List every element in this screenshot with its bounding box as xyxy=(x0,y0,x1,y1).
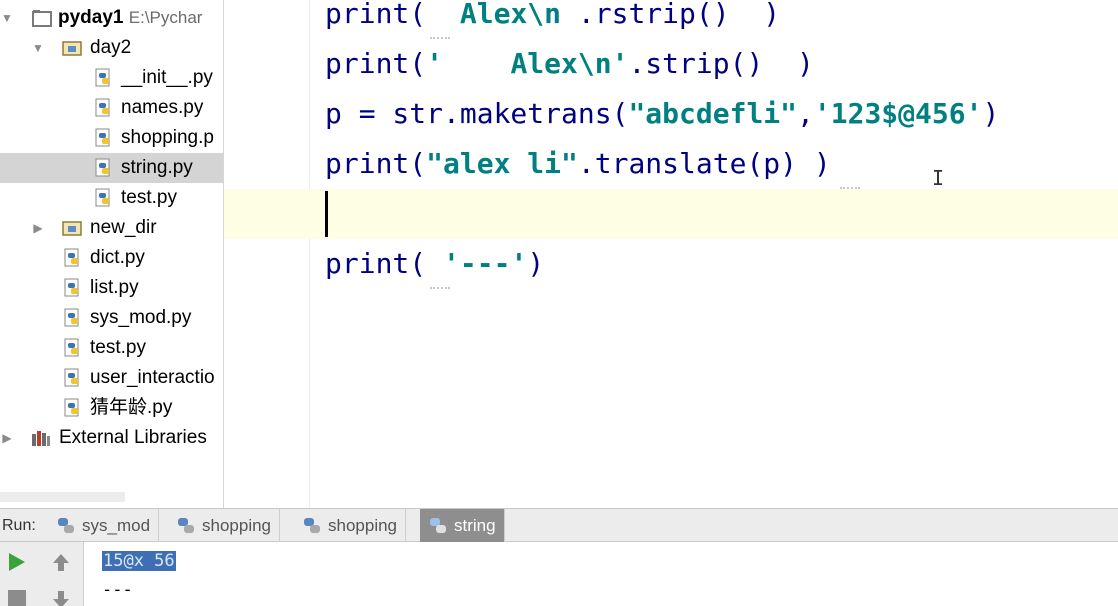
library-icon xyxy=(32,431,50,446)
tree-item-file[interactable]: shopping.p xyxy=(0,123,223,153)
run-tab-string[interactable]: string xyxy=(420,509,505,543)
console-output-line-selected[interactable]: 15@x 56 xyxy=(102,551,176,571)
tree-label: new_dir xyxy=(90,217,157,238)
python-file-icon xyxy=(95,128,110,147)
scroll-down-arrow-icon[interactable] xyxy=(43,582,79,606)
tree-item-external-libraries[interactable]: ▶ External Libraries xyxy=(0,423,223,453)
rerun-play-icon[interactable] xyxy=(0,546,36,578)
python-file-icon xyxy=(95,188,110,207)
python-file-icon xyxy=(64,248,79,267)
tree-label: External Libraries xyxy=(59,427,207,448)
project-root-name: pyday1 xyxy=(58,7,124,28)
run-console-output[interactable]: 15@x 56 --- xyxy=(84,542,1118,606)
python-file-icon xyxy=(95,68,110,87)
pep8-warning-squiggle xyxy=(840,186,860,189)
console-output-line[interactable]: --- xyxy=(102,580,133,600)
tree-label: sys_mod.py xyxy=(90,307,192,328)
tree-label: 猜年龄.py xyxy=(90,397,173,418)
tree-label: dict.py xyxy=(90,247,145,268)
run-label: Run: xyxy=(2,517,36,534)
tree-label: __init__.py xyxy=(121,67,213,88)
folder-icon xyxy=(62,221,82,236)
tree-item-day2[interactable]: ▼ day2 xyxy=(0,33,223,63)
tree-label: test.py xyxy=(90,337,146,358)
python-file-icon xyxy=(95,98,110,117)
code-line-2[interactable]: print(' Alex\n'.strip() ) xyxy=(325,39,814,89)
run-tab-sys-mod[interactable]: sys_mod xyxy=(48,509,160,543)
pep8-warning-squiggle xyxy=(430,286,450,289)
horizontal-scrollbar[interactable] xyxy=(0,492,125,502)
code-line-1[interactable]: print( Alex\n .rstrip() ) xyxy=(325,0,780,39)
folder-icon xyxy=(32,10,52,27)
editor-gutter xyxy=(224,0,310,508)
tree-label: list.py xyxy=(90,277,139,298)
folder-icon xyxy=(62,41,82,56)
expand-arrow-icon[interactable]: ▼ xyxy=(0,3,14,33)
tree-item-file[interactable]: 猜年龄.py xyxy=(0,393,223,423)
tree-item-file-selected[interactable]: string.py xyxy=(0,153,223,183)
tree-item-file[interactable]: __init__.py xyxy=(0,63,223,93)
tree-label: day2 xyxy=(90,37,132,58)
stop-icon[interactable] xyxy=(0,582,36,606)
tree-item-new-dir[interactable]: ▶ new_dir xyxy=(0,213,223,243)
python-file-icon xyxy=(64,398,79,417)
tree-item-file[interactable]: sys_mod.py xyxy=(0,303,223,333)
run-tab-shopping-2[interactable]: shopping xyxy=(294,509,407,543)
collapse-arrow-icon[interactable]: ▶ xyxy=(0,423,14,453)
python-file-icon xyxy=(64,308,79,327)
tree-label: user_interactio xyxy=(90,367,215,388)
python-file-icon xyxy=(95,158,110,177)
tree-item-file[interactable]: dict.py xyxy=(0,243,223,273)
tree-item-file[interactable]: list.py xyxy=(0,273,223,303)
run-tab-shopping[interactable]: shopping xyxy=(168,509,281,543)
tree-item-pyday1[interactable]: ▼ pyday1 E:\Pychar xyxy=(0,3,223,33)
scroll-up-arrow-icon[interactable] xyxy=(43,546,79,578)
ibeam-cursor-icon: I xyxy=(932,166,945,190)
code-line-6[interactable]: print( '---') xyxy=(325,239,544,289)
python-run-icon xyxy=(304,518,320,533)
tree-item-file[interactable]: test.py xyxy=(0,333,223,363)
tree-label: test.py xyxy=(121,187,177,208)
tree-label: shopping.p xyxy=(121,127,214,148)
python-run-icon xyxy=(178,518,194,533)
python-file-icon xyxy=(64,368,79,387)
current-line-highlight xyxy=(224,189,1118,239)
project-root-path: E:\Pychar xyxy=(128,8,203,27)
python-run-icon xyxy=(58,518,74,533)
python-file-icon xyxy=(64,338,79,357)
python-run-icon xyxy=(430,518,446,533)
pep8-warning-squiggle xyxy=(430,36,450,39)
expand-arrow-icon[interactable]: ▼ xyxy=(31,33,45,63)
tree-label: string.py xyxy=(121,157,193,178)
text-caret xyxy=(325,191,328,237)
tree-label: names.py xyxy=(121,97,204,118)
project-tree-panel: ▼ pyday1 E:\Pychar ▼ day2 __init__.py na… xyxy=(0,0,224,508)
code-line-4[interactable]: print("alex li".translate(p) ) xyxy=(325,139,831,189)
collapse-arrow-icon[interactable]: ▶ xyxy=(31,213,45,243)
run-tabs-bar: Run: sys_mod shopping shopping string xyxy=(0,508,1118,543)
tree-item-file[interactable]: user_interactio xyxy=(0,363,223,393)
run-toolbar xyxy=(0,542,84,606)
python-file-icon xyxy=(64,278,79,297)
code-line-3[interactable]: p = str.maketrans("abcdefli",'123$@456') xyxy=(325,89,999,139)
tree-item-file[interactable]: test.py xyxy=(0,183,223,213)
tree-item-file[interactable]: names.py xyxy=(0,93,223,123)
